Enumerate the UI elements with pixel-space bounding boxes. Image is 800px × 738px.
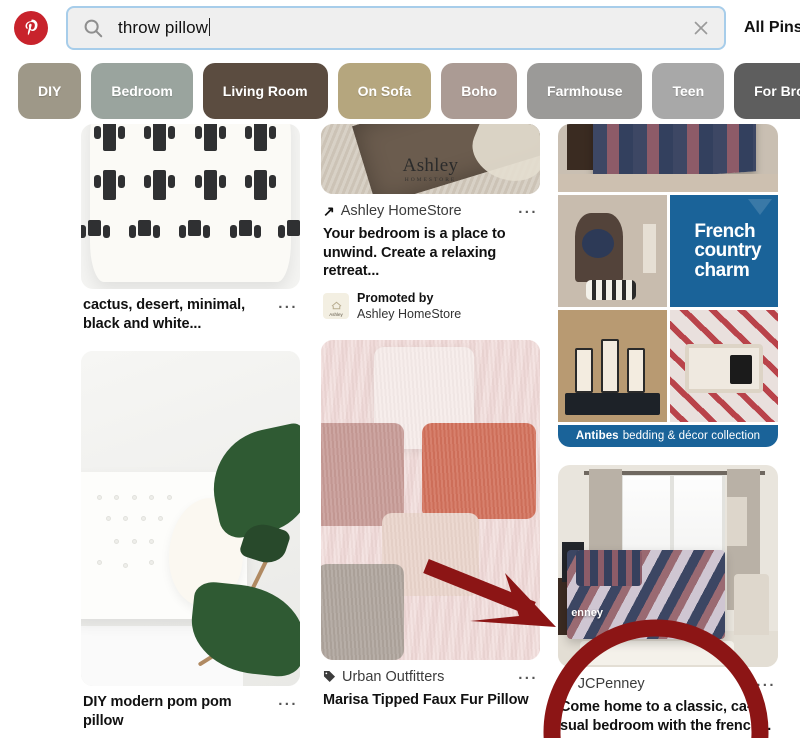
pin-brand-row[interactable]: ↗ Ashley HomeStore ··· xyxy=(323,201,538,221)
search-bar[interactable]: throw pillow xyxy=(66,5,726,50)
french-line-3: charm xyxy=(694,259,750,281)
pin-image-ashley[interactable]: Ashley HOMESTORE xyxy=(321,124,540,194)
collage-candles-photo xyxy=(558,310,667,422)
french-line-2: country xyxy=(694,240,762,262)
antibes-collection-banner: Antibes bedding & décor collection xyxy=(558,425,778,447)
filter-pill-diy[interactable]: DIY xyxy=(18,63,82,119)
filter-pill-bar[interactable]: DIY Bedroom Living Room On Sofa Boho Far… xyxy=(0,62,800,120)
french-line-1: French xyxy=(694,220,756,242)
tag-icon xyxy=(323,670,336,683)
text-cursor xyxy=(209,17,211,36)
app-header: throw pillow All Pins xyxy=(0,0,800,55)
pinterest-search-results-page: throw pillow All Pins DIY Bedroom Living… xyxy=(0,0,800,738)
pin-brand-name[interactable]: Urban Outfitters xyxy=(342,669,444,685)
pin-card-jcpenney[interactable]: enney ↗ JCPenney ··· Come home to a clas… xyxy=(558,465,778,738)
advertiser-avatar-text: Ashley xyxy=(329,311,343,317)
pin-meta-ashley: ↗ Ashley HomeStore ··· Your bedroom is a… xyxy=(321,194,540,322)
pin-image-cactus[interactable] xyxy=(81,124,300,289)
pin-title: Come home to a classic, ca-sual bedroom … xyxy=(560,699,772,734)
all-pins-filter-button[interactable]: All Pins xyxy=(744,19,800,37)
filter-pill-on-sofa[interactable]: On Sofa xyxy=(337,63,432,119)
pin-image-pom-pom[interactable] xyxy=(81,351,300,687)
collage-french-country-tile: French country charm xyxy=(669,195,778,307)
filter-pill-boho[interactable]: Boho xyxy=(441,63,518,119)
promoted-advertiser[interactable]: Ashley HomeStore xyxy=(357,306,461,322)
pin-brand-name[interactable]: JCPenney xyxy=(578,676,645,692)
pin-title: Your bedroom is a place to unwind. Creat… xyxy=(323,226,506,280)
white-pillow-plant-photo xyxy=(81,351,300,687)
collage-chair-photo xyxy=(558,195,667,307)
pin-title: cactus, desert, minimal, black and white… xyxy=(83,297,245,332)
banner-bold-text: Antibes xyxy=(575,430,619,442)
filter-pill-bedroom[interactable]: Bedroom xyxy=(91,63,193,119)
search-icon xyxy=(82,17,104,39)
filter-pill-teen[interactable]: Teen xyxy=(652,63,725,119)
pin-brand-row[interactable]: Urban Outfitters ··· xyxy=(323,667,538,686)
external-link-arrow-icon: ↗ xyxy=(323,202,335,219)
pin-column-3: French country charm Antibes bedding & d… xyxy=(558,124,778,738)
pin-meta-jcpenney: ↗ JCPenney ··· Come home to a classic, c… xyxy=(558,667,778,738)
collage-tray-photo xyxy=(669,310,778,422)
pin-image-jcpenney[interactable]: enney xyxy=(558,465,778,667)
pin-title: DIY modern pom pom pillow xyxy=(83,694,232,729)
search-query-text: throw pillow xyxy=(118,17,209,37)
pin-card-ashley[interactable]: Ashley HOMESTORE ↗ Ashley HomeStore ··· … xyxy=(321,124,540,323)
pin-overflow-menu-icon[interactable]: ··· xyxy=(756,674,776,693)
clear-search-icon[interactable] xyxy=(688,15,714,41)
jcpenney-watermark: enney xyxy=(571,606,603,619)
pin-title: Marisa Tipped Faux Fur Pillow xyxy=(323,692,529,709)
pin-overflow-menu-icon[interactable]: ··· xyxy=(278,296,298,315)
ashley-homestore-photo: Ashley HOMESTORE xyxy=(321,124,540,194)
pinterest-logo-icon[interactable] xyxy=(14,10,48,45)
search-input[interactable]: throw pillow xyxy=(118,17,688,38)
antibes-collage: French country charm Antibes bedding & d… xyxy=(558,124,778,447)
pin-card-pom-pom[interactable]: DIY modern pom pom pillow ··· xyxy=(81,351,300,731)
ashley-watermark-text: Ashley xyxy=(402,154,459,176)
pin-overflow-menu-icon[interactable]: ··· xyxy=(278,693,298,712)
pin-card-cactus[interactable]: cactus, desert, minimal, black and white… xyxy=(81,124,300,334)
ashley-watermark: Ashley HOMESTORE xyxy=(321,155,540,183)
pin-column-1: cactus, desert, minimal, black and white… xyxy=(81,124,300,738)
advertiser-avatar[interactable]: Ashley xyxy=(323,292,349,319)
pin-brand-row[interactable]: ↗ JCPenney ··· xyxy=(560,674,776,694)
pin-brand-name[interactable]: Ashley HomeStore xyxy=(341,203,462,219)
pin-results-grid: cactus, desert, minimal, black and white… xyxy=(0,124,800,738)
filter-pill-living-room[interactable]: Living Room xyxy=(202,63,328,119)
cactus-pillow-photo xyxy=(81,124,300,289)
promoted-by-row[interactable]: Ashley Promoted by Ashley HomeStore xyxy=(323,290,538,323)
pin-card-collage[interactable]: French country charm Antibes bedding & d… xyxy=(558,124,778,447)
pin-meta-pom-pom: DIY modern pom pom pillow ··· xyxy=(81,686,300,730)
faux-fur-pillows-photo xyxy=(321,340,540,661)
pin-meta-cactus: cactus, desert, minimal, black and white… xyxy=(81,289,300,333)
filter-pill-farmhouse[interactable]: Farmhouse xyxy=(527,63,643,119)
pin-meta-urban-outfitters: Urban Outfitters ··· Marisa Tipped Faux … xyxy=(321,660,540,710)
pin-overflow-menu-icon[interactable]: ··· xyxy=(518,201,538,220)
promoted-label: Promoted by xyxy=(357,290,434,305)
filter-pill-for-brown-couch[interactable]: For Brown Couch xyxy=(734,63,800,119)
pin-card-urban-outfitters[interactable]: Urban Outfitters ··· Marisa Tipped Faux … xyxy=(321,340,540,710)
collage-bedroom-photo xyxy=(558,124,778,192)
banner-rest-text: bedding & décor collection xyxy=(622,430,761,442)
pin-column-2: Ashley HOMESTORE ↗ Ashley HomeStore ··· … xyxy=(321,124,540,728)
jcpenney-bedroom-photo: enney xyxy=(558,465,778,667)
pin-overflow-menu-icon[interactable]: ··· xyxy=(518,667,538,686)
pin-image-collage[interactable]: French country charm Antibes bedding & d… xyxy=(558,124,778,447)
pin-image-faux-fur[interactable] xyxy=(321,340,540,661)
search-input-box[interactable]: throw pillow xyxy=(66,5,726,50)
ashley-watermark-subtext: HOMESTORE xyxy=(404,176,457,183)
external-link-arrow-icon: ↗ xyxy=(560,675,572,692)
